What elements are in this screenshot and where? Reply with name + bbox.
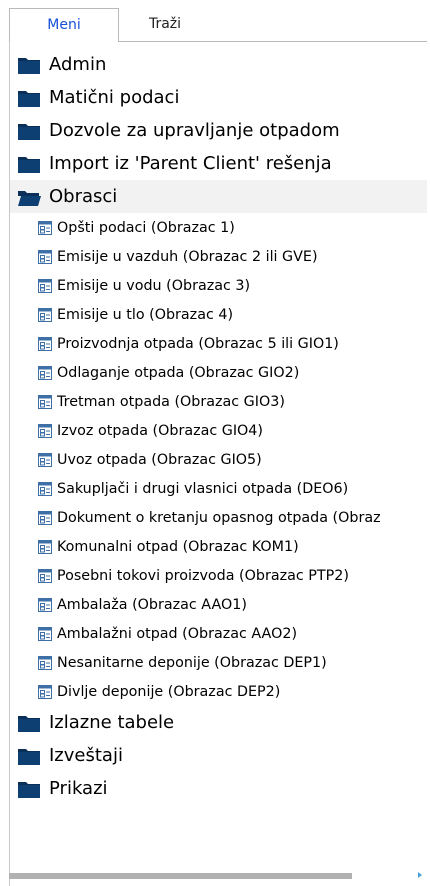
folder-icon — [18, 781, 40, 798]
tree-item-emisije-u-vodu-obrazac-3[interactable]: Emisije u vodu (Obrazac 3) — [10, 271, 427, 300]
folder-icon — [18, 715, 40, 732]
item-label: Opšti podaci (Obrazac 1) — [57, 219, 235, 236]
folder-label: Obrasci — [49, 186, 118, 207]
item-label: Proizvodnja otpada (Obrazac 5 ili GIO1) — [57, 335, 339, 352]
folder-label: Izveštaji — [49, 745, 123, 766]
folder-open-icon — [18, 190, 41, 206]
folder-icon — [18, 57, 40, 74]
form-icon — [38, 452, 52, 467]
tab-strip: Meni Traži — [9, 8, 211, 42]
form-icon — [38, 365, 52, 380]
item-label: Sakupljači i drugi vlasnici otpada (DEO6… — [57, 480, 349, 497]
form-icon — [38, 510, 52, 525]
tree-item-izvoz-otpada-obrazac-gio4[interactable]: Izvoz otpada (Obrazac GIO4) — [10, 416, 427, 445]
form-icon — [38, 539, 52, 554]
item-label: Izvoz otpada (Obrazac GIO4) — [57, 422, 263, 439]
tree-item-ambalazni-otpad-obrazac-aao2[interactable]: Ambalažni otpad (Obrazac AAO2) — [10, 619, 427, 648]
form-icon — [38, 423, 52, 438]
tab-meni[interactable]: Meni — [9, 8, 119, 42]
menu-tree: Admin Matični podaci Dozvole za upravljanj… — [10, 48, 427, 805]
tree-folder-import-iz-parent-client-resenja[interactable]: Import iz 'Parent Client' rešenja — [10, 147, 427, 180]
tree-folder-prikazi[interactable]: Prikazi — [10, 772, 427, 805]
item-label: Komunalni otpad (Obrazac KOM1) — [57, 538, 299, 555]
form-icon — [38, 481, 52, 496]
item-label: Emisije u vodu (Obrazac 3) — [57, 277, 251, 294]
item-label: Emisije u tlo (Obrazac 4) — [57, 306, 234, 323]
form-icon — [38, 336, 52, 351]
tree-item-divlje-deponije-obrazac-dep2[interactable]: Divlje deponije (Obrazac DEP2) — [10, 677, 427, 706]
form-icon — [38, 655, 52, 670]
tree-item-dokument-o-kretanju-opasnog-otpada-obraz[interactable]: Dokument o kretanju opasnog otpada (Obra… — [10, 503, 427, 532]
item-label: Ambalaža (Obrazac AAO1) — [57, 596, 247, 613]
tree-item-sakupljaci-i-drugi-vlasnici-otpada-deo6[interactable]: Sakupljači i drugi vlasnici otpada (DEO6… — [10, 474, 427, 503]
folder-icon — [18, 748, 40, 765]
tree-item-komunalni-otpad-obrazac-kom1[interactable]: Komunalni otpad (Obrazac KOM1) — [10, 532, 427, 561]
form-icon — [38, 568, 52, 583]
item-label: Dokument o kretanju opasnog otpada (Obra… — [57, 509, 381, 526]
tree-item-emisije-u-tlo-obrazac-4[interactable]: Emisije u tlo (Obrazac 4) — [10, 300, 427, 329]
folder-label: Admin — [49, 54, 107, 75]
tree-folder-izlazne-tabele[interactable]: Izlazne tabele — [10, 706, 427, 739]
item-label: Tretman otpada (Obrazac GIO3) — [57, 393, 285, 410]
form-icon — [38, 684, 52, 699]
tree-item-uvoz-otpada-obrazac-gio5[interactable]: Uvoz otpada (Obrazac GIO5) — [10, 445, 427, 474]
tree-folder-admin[interactable]: Admin — [10, 48, 427, 81]
tree-item-emisije-u-vazduh-obrazac-2-ili-gve[interactable]: Emisije u vazduh (Obrazac 2 ili GVE) — [10, 242, 427, 271]
form-icon — [38, 626, 52, 641]
tree-item-odlaganje-otpada-obrazac-gio2[interactable]: Odlaganje otpada (Obrazac GIO2) — [10, 358, 427, 387]
folder-label: Prikazi — [49, 778, 108, 799]
item-label: Nesanitarne deponije (Obrazac DEP1) — [57, 654, 327, 671]
tree-item-nesanitarne-deponije-obrazac-dep1[interactable]: Nesanitarne deponije (Obrazac DEP1) — [10, 648, 427, 677]
scroll-right-arrow-icon[interactable] — [418, 872, 422, 878]
horizontal-scrollbar-thumb[interactable] — [9, 873, 352, 879]
item-label: Ambalažni otpad (Obrazac AAO2) — [57, 625, 298, 642]
folder-icon — [18, 90, 40, 107]
item-label: Odlaganje otpada (Obrazac GIO2) — [57, 364, 300, 381]
tab-trazi[interactable]: Traži — [119, 8, 211, 42]
item-label: Emisije u vazduh (Obrazac 2 ili GVE) — [57, 248, 318, 265]
form-icon — [38, 597, 52, 612]
folder-label: Dozvole za upravljanje otpadom — [49, 120, 340, 141]
tree-folder-maticni-podaci[interactable]: Matični podaci — [10, 81, 427, 114]
form-icon — [38, 394, 52, 409]
form-icon — [38, 220, 52, 235]
tree-folder-obrasci[interactable]: Obrasci — [10, 180, 427, 213]
tree-folder-izvestaji[interactable]: Izveštaji — [10, 739, 427, 772]
folder-label: Izlazne tabele — [49, 712, 175, 733]
tree-item-posebni-tokovi-proizvoda-obrazac-ptp2[interactable]: Posebni tokovi proizvoda (Obrazac PTP2) — [10, 561, 427, 590]
tree-item-proizvodnja-otpada-obrazac-5-ili-gio1[interactable]: Proizvodnja otpada (Obrazac 5 ili GIO1) — [10, 329, 427, 358]
menu-panel: Admin Matični podaci Dozvole za upravljanj… — [9, 41, 427, 886]
item-label: Divlje deponije (Obrazac DEP2) — [57, 683, 281, 700]
tree-item-ambalaza-obrazac-aao1[interactable]: Ambalaža (Obrazac AAO1) — [10, 590, 427, 619]
tree-item-opsti-podaci-obrazac-1[interactable]: Opšti podaci (Obrazac 1) — [10, 213, 427, 242]
form-icon — [38, 278, 52, 293]
folder-icon — [18, 123, 40, 140]
folder-label: Matični podaci — [49, 87, 180, 108]
folder-label: Import iz 'Parent Client' rešenja — [49, 153, 332, 174]
tree-folder-dozvole-za-upravljanje-otpadom[interactable]: Dozvole za upravljanje otpadom — [10, 114, 427, 147]
item-label: Uvoz otpada (Obrazac GIO5) — [57, 451, 262, 468]
tree-item-tretman-otpada-obrazac-gio3[interactable]: Tretman otpada (Obrazac GIO3) — [10, 387, 427, 416]
form-icon — [38, 249, 52, 264]
item-label: Posebni tokovi proizvoda (Obrazac PTP2) — [57, 567, 349, 584]
folder-icon — [18, 156, 40, 173]
form-icon — [38, 307, 52, 322]
